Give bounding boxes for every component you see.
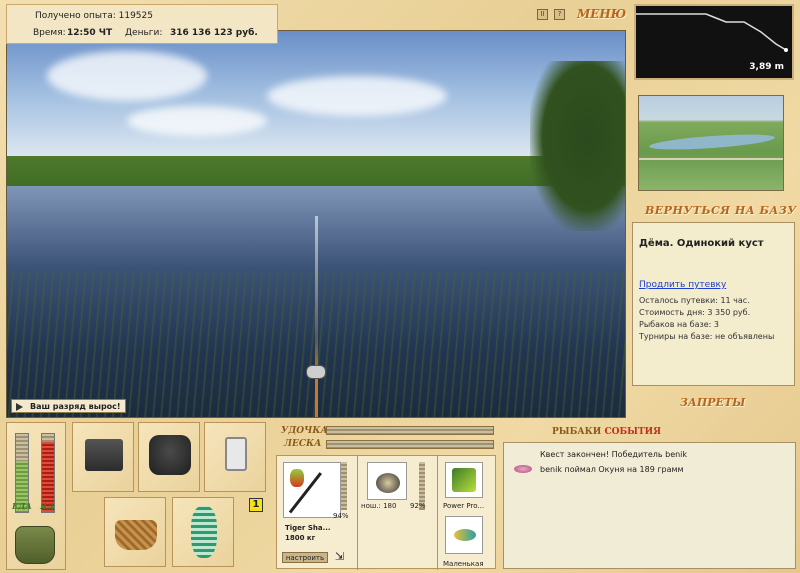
bag-slot[interactable]: [138, 422, 200, 492]
spinner-icon: [454, 529, 476, 541]
money-label: Деньги:: [125, 28, 163, 38]
cloud: [47, 51, 207, 101]
reel-percent: 92%: [410, 502, 426, 510]
location-photo: [638, 95, 784, 191]
line-tension-bar: [326, 440, 494, 449]
basket-icon: [115, 520, 157, 550]
tackle-panel: 94% Tiger Sha... 1800 кг настроить ⇲ нош…: [276, 455, 496, 570]
day-cost: Стоимость дня: 3 350 руб.: [639, 308, 751, 317]
money-value: 316 136 123 руб.: [170, 28, 258, 38]
rod-label: УДОЧКА: [281, 426, 328, 436]
rank-message: Ваш разряд вырос!: [30, 402, 121, 411]
permit-remaining: Осталось путевки: 11 час.: [639, 296, 750, 305]
location-info-panel: Дёма. Одинокий куст Продлить путевку Ост…: [632, 222, 795, 386]
line-spool-icon: [452, 468, 476, 492]
menu-button[interactable]: МЕНЮ: [577, 7, 626, 21]
time-value: 12:50 ЧТ: [67, 28, 113, 38]
device-slot[interactable]: [204, 422, 266, 492]
depth-sounder: 3,89 m: [634, 4, 794, 80]
depth-value: 3,89 m: [749, 62, 784, 72]
rank-notification[interactable]: Ваш разряд вырос!: [11, 399, 126, 413]
tackle-box-slot[interactable]: [72, 422, 134, 492]
events-tabs: РЫБАКИ СОБЫТИЯ: [552, 427, 661, 437]
tournaments-info: Турниры на базе: не объявлены: [639, 332, 775, 341]
experience-label: Получено опыта:: [35, 11, 116, 21]
return-to-base-button[interactable]: ВЕРНУТЬСЯ НА БАЗУ: [645, 204, 797, 217]
bait-name: Маленькая: [443, 560, 484, 568]
help-button[interactable]: ?: [554, 9, 565, 20]
cloud: [127, 106, 267, 136]
event-catch: benik поймал Окуня на 189 грамм: [540, 465, 684, 474]
rod-wear-bar: [341, 462, 347, 510]
reel-capacity: нош.: 180: [361, 502, 397, 510]
bans-button[interactable]: ЗАПРЕТЫ: [680, 396, 745, 409]
rod-item[interactable]: [283, 462, 341, 518]
rod-percent: 94%: [333, 512, 349, 520]
reel-item[interactable]: [367, 462, 407, 500]
time-money-bar: Время: 12:50 ЧТ Деньги: 316 136 123 руб.: [6, 22, 278, 44]
bait-item[interactable]: [445, 516, 483, 554]
location-details: Осталось путевки: 11 час. Стоимость дня:…: [639, 295, 774, 343]
tackle-box-icon: [85, 439, 123, 471]
setup-button[interactable]: настроить: [282, 552, 328, 563]
rod-name: Tiger Sha...: [285, 524, 331, 532]
status-panel: ЕДА ЯД: [6, 422, 66, 570]
tab-anglers[interactable]: РЫБАКИ: [552, 427, 601, 437]
bag-icon: [149, 435, 191, 475]
divider: [437, 456, 438, 570]
lure-icon: [290, 469, 304, 487]
fish-icon: [514, 465, 532, 473]
poison-label: ЯД: [40, 501, 55, 511]
experience-value: 119525: [118, 11, 153, 21]
backpack-icon[interactable]: [15, 526, 55, 564]
line-item[interactable]: [445, 462, 483, 498]
events-panel: РЫБАКИ СОБЫТИЯ Квест закончен! Победител…: [503, 427, 796, 569]
location-title: Дёма. Одинокий куст: [639, 238, 764, 249]
time-label: Время:: [33, 28, 66, 38]
fishing-reel[interactable]: [306, 365, 326, 379]
river: [648, 131, 776, 153]
fishing-scene[interactable]: Ваш разряд вырос!: [6, 30, 626, 418]
divider: [357, 456, 358, 570]
phone-icon: [225, 437, 247, 471]
pause-button[interactable]: II: [537, 9, 548, 20]
tree: [530, 61, 625, 231]
anglers-count: Рыбаков на базе: 3: [639, 320, 719, 329]
tab-events[interactable]: СОБЫТИЯ: [604, 427, 661, 437]
rod-tension-bar: [326, 426, 494, 435]
basket-slot[interactable]: [104, 497, 166, 567]
keepnet-icon: [191, 506, 217, 558]
move-icon[interactable]: ⇲: [335, 550, 344, 563]
line-label: ЛЕСКА: [284, 439, 322, 449]
extend-permit-link[interactable]: Продлить путевку: [639, 280, 726, 290]
fishing-rod[interactable]: [315, 216, 318, 417]
road: [639, 158, 783, 160]
food-label: ЕДА: [12, 501, 32, 511]
experience-row: Получено опыта: 119525: [35, 11, 153, 21]
rod-weight: 1800 кг: [285, 534, 316, 542]
event-quest-finished: Квест закончен! Победитель benik: [540, 450, 688, 459]
arrow-icon: [16, 403, 23, 411]
keepnet-slot[interactable]: [172, 497, 234, 567]
reel-icon: [376, 473, 400, 493]
line-name: Power Pro...: [443, 502, 485, 510]
cloud: [267, 76, 447, 116]
slot-number-badge: 1: [249, 498, 263, 512]
